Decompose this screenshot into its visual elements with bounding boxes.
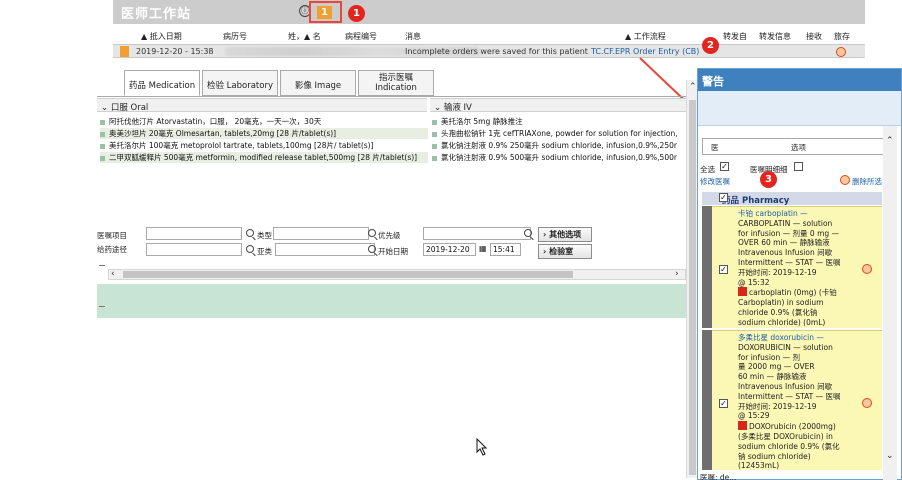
delete-icon[interactable] — [840, 175, 850, 185]
panel-divider — [97, 96, 697, 97]
list-item[interactable]: 氯化钠注射液 0.9% 250毫升 sodium chloride, infus… — [432, 140, 686, 151]
splitter-handle[interactable] — [99, 306, 105, 307]
select-all-checkbox[interactable]: ✓ — [720, 162, 729, 171]
tab-image[interactable]: 影像 Image — [280, 70, 356, 96]
chevron-down-icon: ⌄ — [101, 103, 111, 113]
list-item[interactable]: 美托洛尔片 100毫克 metoprolol tartrate, tablets… — [100, 140, 428, 151]
start-date-input[interactable]: 2019-12-20 — [423, 243, 476, 256]
alerts-scrollbar[interactable]: ⌃ ⌄ — [883, 126, 897, 480]
pharmacy-category-label: 药品 Pharmacy — [722, 196, 790, 206]
priority-label: 优先级 — [378, 231, 401, 240]
chevron-up-icon[interactable]: ⌃ — [689, 82, 697, 92]
alerts-footer: 医嘱: de... — [700, 473, 737, 480]
order-status-icon — [100, 131, 105, 137]
alerts-panel: 警告 医 选项 全选 ✓ 医嘱明细细 修改医嘱 删除所选 药品 Pharmacy… — [697, 68, 902, 480]
alert-card[interactable]: ✓ 卡铂 carboplatin — CARBOPLATIN — solutio… — [712, 206, 882, 328]
card-gutter — [702, 330, 712, 470]
order-summary-band — [97, 284, 686, 318]
start-date-label: 开始日期 — [378, 247, 408, 256]
alerts-title: 警告 — [698, 69, 901, 91]
lab-button[interactable]: › 检验室 — [538, 244, 592, 259]
alert-card[interactable]: ✓ 多柔比星 doxorubicin — DOXORUBICIN — solut… — [712, 330, 882, 470]
list-item[interactable]: 美托洛尔 5mg 静脉推注 — [432, 116, 686, 127]
order-item-input[interactable] — [146, 227, 242, 240]
horizontal-scrollbar[interactable]: ‹ › — [108, 269, 686, 280]
type-input[interactable] — [273, 227, 369, 240]
section-oral[interactable]: ⌄ 口服 Oral — [97, 98, 427, 113]
order-status-icon — [100, 155, 105, 161]
scrollbar-thumb[interactable] — [689, 100, 696, 475]
type-label: 类型 — [257, 231, 272, 240]
chevron-up-icon[interactable]: ⌃ — [886, 136, 894, 146]
search-icon[interactable] — [524, 229, 532, 237]
warning-icon[interactable] — [862, 264, 872, 274]
search-icon[interactable] — [246, 229, 254, 237]
alerts-toolbar — [698, 91, 901, 126]
alert-checkbox[interactable]: ✓ — [719, 399, 728, 408]
list-item[interactable]: 奥美沙坦片 20毫克 Olmesartan, tablets,20mg [28 … — [100, 128, 428, 139]
alert-checkbox[interactable]: ✓ — [719, 265, 728, 274]
search-icon[interactable] — [246, 245, 254, 253]
calendar-icon[interactable]: ▦ — [479, 244, 487, 253]
tab-laboratory[interactable]: 检验 Laboratory — [202, 70, 278, 96]
route-label: 给药途径 — [97, 245, 127, 254]
list-item[interactable]: 二甲双胍缓释片 500毫克 metformin, modified releas… — [100, 152, 428, 163]
category-checkbox[interactable]: ✓ — [719, 193, 728, 202]
chevron-down-icon[interactable]: ⌄ — [886, 451, 894, 461]
order-status-icon — [432, 155, 437, 161]
select-all-label: 全选 — [700, 165, 715, 174]
section-oral-label: 口服 Oral — [110, 103, 149, 113]
other-options-button[interactable]: › 其他选项 — [538, 227, 592, 242]
tab-medication[interactable]: 药品 Medication — [124, 70, 200, 96]
show-details-checkbox[interactable] — [794, 162, 803, 171]
order-label: 医 — [711, 143, 719, 152]
chevron-left-icon[interactable]: ‹ — [111, 269, 115, 279]
list-item[interactable]: 头孢曲松钠针 1克 cefTRIAXone, powder for soluti… — [432, 128, 686, 139]
subtype-label: 亚类 — [257, 247, 272, 256]
priority-input[interactable] — [423, 227, 531, 240]
card-gutter — [702, 206, 712, 328]
scrollbar-thumb[interactable] — [123, 271, 573, 278]
list-item[interactable]: 阿托伐他汀片 Atorvastatin，口服， 20毫克，一天一次，30天 — [100, 116, 428, 127]
order-status-icon — [432, 143, 437, 149]
tab-indication[interactable]: 指示医嘱 Indication — [358, 70, 434, 96]
options-label: 选项 — [791, 143, 806, 152]
drug-name[interactable]: 多柔比星 doxorubicin — — [738, 333, 868, 343]
order-status-icon — [432, 119, 437, 125]
list-item[interactable]: 氯化钠注射液 0.9% 500毫升 sodium chloride, infus… — [432, 152, 686, 163]
chevron-right-icon[interactable]: › — [675, 269, 679, 279]
alert-card-text: 卡铂 carboplatin — CARBOPLATIN — solution … — [738, 209, 868, 328]
allergy-warning-icon — [738, 421, 747, 431]
mouse-cursor-icon — [476, 438, 488, 456]
subtype-input[interactable] — [275, 243, 375, 256]
delete-selected-link[interactable]: 删除所选 — [852, 176, 882, 187]
order-options-row[interactable]: 医 选项 — [702, 138, 884, 155]
order-status-icon — [100, 119, 105, 125]
search-icon[interactable] — [368, 229, 376, 237]
order-status-icon — [432, 131, 437, 137]
start-time-input[interactable]: 15:41 — [490, 243, 521, 256]
order-status-icon — [100, 143, 105, 149]
chevron-down-icon: ⌄ — [434, 103, 444, 113]
order-item-label: 医嘱项目 — [97, 231, 127, 240]
drug-name[interactable]: 卡铂 carboplatin — — [738, 209, 868, 219]
warning-icon[interactable] — [862, 398, 872, 408]
route-input[interactable] — [146, 243, 242, 256]
modify-order-link[interactable]: 修改医嘱 — [700, 176, 730, 187]
allergy-warning-icon — [738, 287, 747, 297]
splitter-handle[interactable] — [99, 265, 105, 266]
section-iv-label: 输液 IV — [443, 103, 472, 113]
pharmacy-category-header: 药品 Pharmacy — [702, 192, 882, 206]
section-iv[interactable]: ⌄ 输液 IV — [430, 98, 686, 113]
alert-card-text: 多柔比星 doxorubicin — DOXORUBICIN — solutio… — [738, 333, 868, 471]
search-icon[interactable] — [368, 245, 376, 253]
callout-3: 3 — [760, 171, 777, 188]
